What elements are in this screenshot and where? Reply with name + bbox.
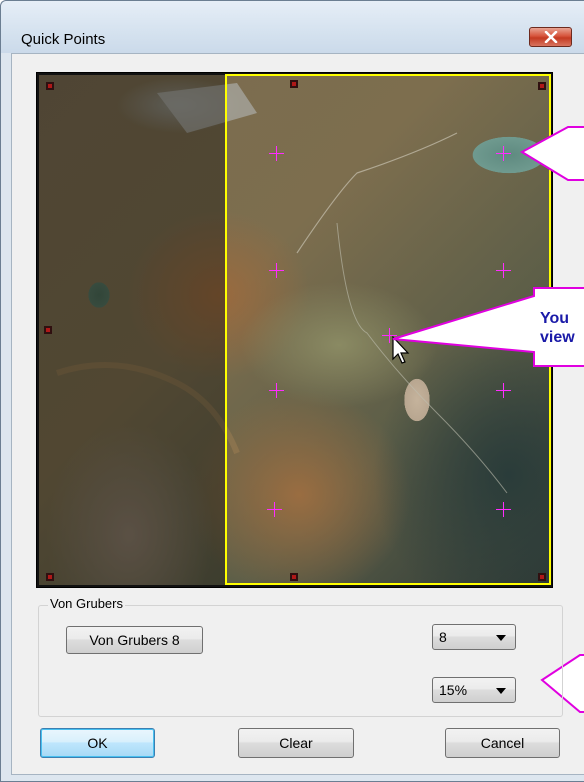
point-count-select[interactable]: 8	[432, 624, 516, 650]
fiducial-marker	[46, 573, 54, 581]
ok-button-label: OK	[87, 735, 108, 751]
point-marker[interactable]	[496, 263, 511, 278]
close-button[interactable]	[529, 27, 572, 47]
point-marker[interactable]	[496, 383, 511, 398]
fiducial-marker	[538, 82, 546, 90]
unselected-area-shade	[39, 75, 226, 585]
von-grubers-pattern-button[interactable]: Von Grubers 8	[66, 626, 203, 654]
point-marker[interactable]	[267, 502, 282, 517]
fiducial-marker	[290, 573, 298, 581]
cancel-button-label: Cancel	[480, 735, 525, 751]
percent-select[interactable]: 15%	[432, 677, 516, 703]
von-grubers-pattern-label: Von Grubers 8	[89, 632, 180, 648]
callout-middle-text: You view	[540, 310, 575, 346]
close-icon	[544, 31, 557, 43]
point-marker[interactable]	[269, 146, 284, 161]
clear-button[interactable]: Clear	[238, 728, 354, 758]
mouse-cursor-icon	[392, 336, 410, 364]
fiducial-marker	[538, 573, 546, 581]
fiducial-marker	[44, 326, 52, 334]
chevron-down-icon	[496, 635, 506, 641]
title-bar[interactable]: Quick Points	[1, 1, 584, 53]
point-marker[interactable]	[496, 146, 511, 161]
dialog-title: Quick Points	[21, 31, 106, 48]
point-count-value: 8	[439, 629, 447, 645]
percent-value: 15%	[439, 682, 468, 698]
point-marker[interactable]	[496, 502, 511, 517]
fiducial-marker	[290, 80, 298, 88]
cancel-button[interactable]: Cancel	[445, 728, 560, 758]
chevron-down-icon	[496, 688, 506, 694]
group-label: Von Grubers	[48, 596, 125, 611]
aerial-photo-view[interactable]	[36, 72, 553, 588]
ok-button[interactable]: OK	[40, 728, 155, 758]
point-marker[interactable]	[269, 263, 284, 278]
fiducial-marker	[46, 82, 54, 90]
point-marker[interactable]	[269, 383, 284, 398]
clear-button-label: Clear	[279, 735, 313, 751]
